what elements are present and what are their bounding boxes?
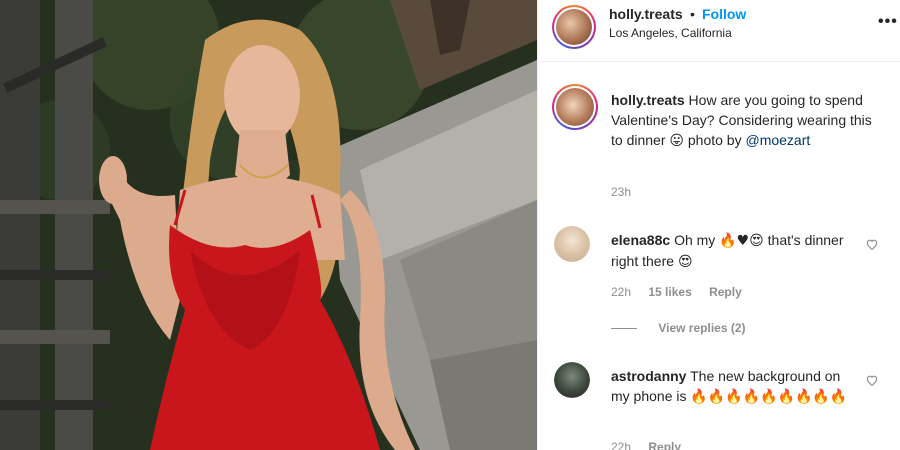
post-location[interactable]: Los Angeles, California bbox=[609, 26, 732, 40]
reply-button[interactable]: Reply bbox=[648, 440, 681, 450]
comment-username[interactable]: elena88c bbox=[611, 232, 670, 248]
comment-avatar[interactable] bbox=[554, 226, 590, 262]
caption-username[interactable]: holly.treats bbox=[611, 92, 685, 108]
comment-username[interactable]: astrodanny bbox=[611, 368, 686, 384]
reply-button[interactable]: Reply bbox=[709, 285, 742, 299]
comment-avatar[interactable] bbox=[554, 362, 590, 398]
caption-avatar[interactable] bbox=[552, 84, 598, 130]
more-options-icon[interactable]: ••• bbox=[878, 13, 898, 31]
comment-item: astrodanny The new background on my phon… bbox=[611, 366, 856, 407]
tongue-emoji-icon: 😛 bbox=[669, 133, 684, 149]
post-timestamp: 23h bbox=[611, 185, 632, 199]
comment-item: elena88c Oh my 🔥♥😍 that's dinner right t… bbox=[611, 230, 856, 272]
author-avatar[interactable] bbox=[552, 5, 596, 49]
fire-emoji-icon: 🔥🔥🔥🔥🔥🔥🔥🔥🔥 bbox=[690, 389, 848, 405]
comment-time: 22h bbox=[611, 440, 632, 450]
comment-likes[interactable]: 15 likes bbox=[648, 285, 691, 299]
heart-icon[interactable] bbox=[865, 237, 879, 251]
comment-time: 22h bbox=[611, 285, 632, 299]
heart-icon[interactable] bbox=[865, 373, 879, 387]
replies-divider bbox=[611, 328, 637, 330]
caption-mention-link[interactable]: @moezart bbox=[745, 132, 810, 148]
photo-illustration bbox=[0, 0, 537, 450]
view-replies-label: View replies (2) bbox=[658, 321, 746, 335]
post-photo[interactable] bbox=[0, 0, 537, 450]
caption-photo-by: photo by bbox=[687, 132, 742, 148]
comment-meta: 22h Reply bbox=[611, 440, 695, 450]
fire-heart-emoji-icon: 🔥♥😍 bbox=[719, 233, 764, 249]
post-header: holly.treats • Follow Los Angeles, Calif… bbox=[538, 0, 900, 62]
post-caption: holly.treats How are you going to spend … bbox=[611, 90, 886, 151]
follow-button[interactable]: Follow bbox=[702, 6, 746, 22]
view-replies-button[interactable]: View replies (2) bbox=[611, 321, 746, 335]
heart-eyes-emoji-icon: 😍 bbox=[677, 254, 693, 270]
author-username[interactable]: holly.treats bbox=[609, 6, 683, 22]
separator-dot: • bbox=[690, 6, 695, 22]
post-side-panel: holly.treats • Follow Los Angeles, Calif… bbox=[537, 0, 900, 450]
comment-meta: 22h 15 likes Reply bbox=[611, 285, 756, 299]
comment-text: Oh my bbox=[674, 232, 716, 248]
